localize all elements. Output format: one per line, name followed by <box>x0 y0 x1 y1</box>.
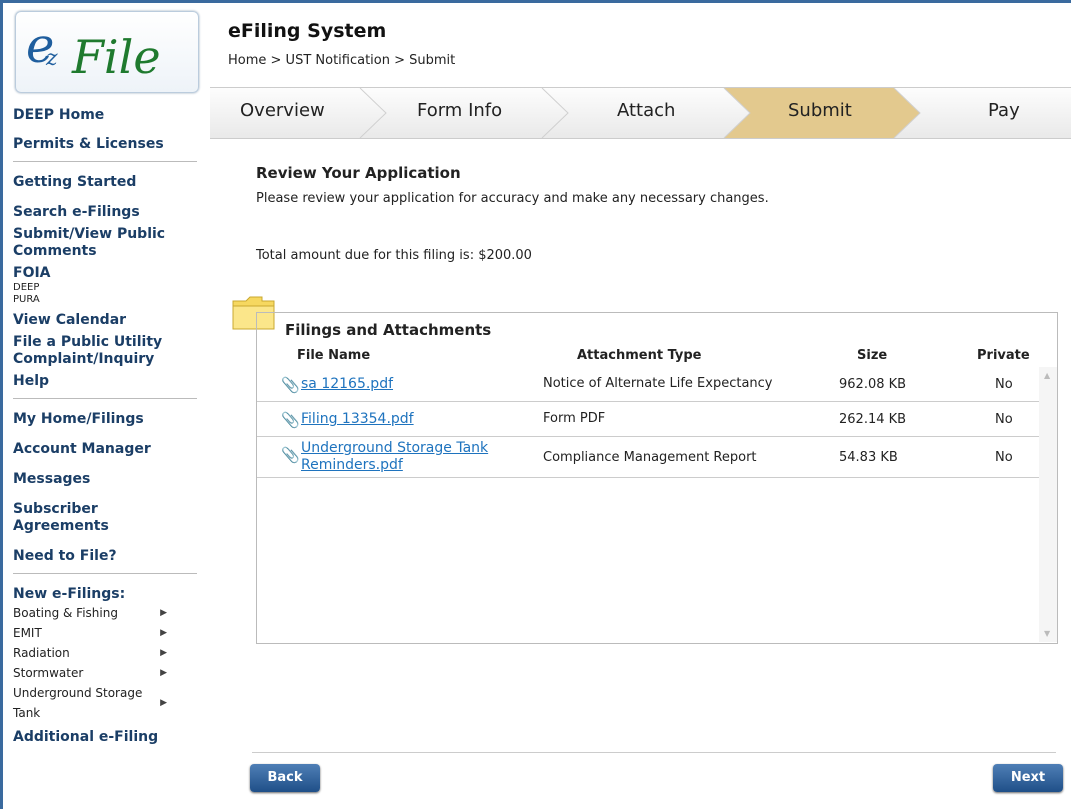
attachments-table: 📎 sa 12165.pdf Notice of Alternate Life … <box>257 367 1039 478</box>
col-file-name: File Name <box>297 348 371 363</box>
sidebar-new-efilings-heading: New e-Filings: <box>13 586 126 602</box>
col-size: Size <box>857 348 888 363</box>
back-button[interactable]: Back <box>250 764 320 792</box>
step-form-info[interactable]: Form Info <box>417 100 502 121</box>
sidebar-item-foia-pura[interactable]: PURA <box>13 294 197 306</box>
private-flag: No <box>995 450 1013 465</box>
footer-divider <box>252 752 1056 753</box>
wizard-steps: Overview Form Info Attach Submit Pay <box>210 87 1071 139</box>
ezfile-logo[interactable]: e z File <box>15 11 199 93</box>
scroll-up-icon[interactable]: ▲ <box>1044 371 1050 380</box>
page-title: eFiling System <box>228 20 387 42</box>
step-submit[interactable]: Submit <box>788 100 852 121</box>
sidebar-divider <box>13 398 197 399</box>
sidebar-item-permits[interactable]: Permits & Licenses <box>13 136 197 153</box>
sidebar-item-ust[interactable]: Underground Storage Tank ▶ <box>13 683 167 723</box>
attachment-type: Notice of Alternate Life Expectancy <box>543 376 773 391</box>
sidebar-item-stormwater[interactable]: Stormwater ▶ <box>13 663 197 683</box>
sidebar-item-radiation[interactable]: Radiation ▶ <box>13 643 197 663</box>
file-link[interactable]: sa 12165.pdf <box>301 376 521 393</box>
table-row: 📎 Filing 13354.pdf Form PDF 262.14 KB No <box>257 402 1039 437</box>
sidebar: e z File DEEP Home Permits & Licenses Ge… <box>3 3 207 809</box>
attachment-type: Form PDF <box>543 411 606 426</box>
breadcrumb: Home > UST Notification > Submit <box>228 53 456 68</box>
sidebar-item-utility-complaint[interactable]: File a Public Utility Complaint/Inquiry <box>13 334 183 368</box>
paperclip-icon: 📎 <box>281 411 300 429</box>
sidebar-divider <box>13 573 197 574</box>
sidebar-item-getting-started[interactable]: Getting Started <box>13 174 197 191</box>
private-flag: No <box>995 377 1013 392</box>
col-attachment-type: Attachment Type <box>577 348 702 363</box>
file-size: 54.83 KB <box>839 450 898 465</box>
file-link[interactable]: Underground Storage Tank Reminders.pdf <box>301 440 521 474</box>
sidebar-item-foia[interactable]: FOIA <box>13 265 197 282</box>
sidebar-item-additional[interactable]: Additional e-Filing <box>13 729 197 746</box>
sidebar-item-my-home[interactable]: My Home/Filings <box>13 411 197 428</box>
file-link[interactable]: Filing 13354.pdf <box>301 411 521 428</box>
chevron-right-icon: ▶ <box>160 668 167 678</box>
review-heading: Review Your Application <box>256 164 461 182</box>
step-pay[interactable]: Pay <box>988 100 1020 121</box>
sidebar-item-boating[interactable]: Boating & Fishing ▶ <box>13 603 197 623</box>
chevron-right-icon: ▶ <box>160 628 167 638</box>
sidebar-item-foia-deep[interactable]: DEEP <box>13 282 197 294</box>
sidebar-item-messages[interactable]: Messages <box>13 471 197 488</box>
attachment-type: Compliance Management Report <box>543 450 757 465</box>
sidebar-item-subscriber-agreements[interactable]: Subscriber Agreements <box>13 501 197 535</box>
sidebar-item-help[interactable]: Help <box>13 373 197 390</box>
paperclip-icon: 📎 <box>281 446 300 464</box>
table-row: 📎 sa 12165.pdf Notice of Alternate Life … <box>257 367 1039 402</box>
file-size: 262.14 KB <box>839 412 907 427</box>
table-row: 📎 Underground Storage Tank Reminders.pdf… <box>257 437 1039 478</box>
attachments-title: Filings and Attachments <box>285 321 492 339</box>
next-button[interactable]: Next <box>993 764 1063 792</box>
chevron-right-icon: ▶ <box>160 698 167 708</box>
review-instructions: Please review your application for accur… <box>256 191 769 206</box>
chevron-right-icon: ▶ <box>160 648 167 658</box>
logo-z: z <box>46 46 58 71</box>
sidebar-item-calendar[interactable]: View Calendar <box>13 312 197 329</box>
sidebar-nav: DEEP Home Permits & Licenses Getting Sta… <box>13 107 197 746</box>
step-attach[interactable]: Attach <box>617 100 675 121</box>
logo-file: File <box>72 30 161 84</box>
file-size: 962.08 KB <box>839 377 907 392</box>
table-scrollbar[interactable]: ▲ ▼ <box>1039 367 1057 642</box>
step-overview[interactable]: Overview <box>240 100 325 121</box>
sidebar-item-search[interactable]: Search e-Filings <box>13 204 197 221</box>
private-flag: No <box>995 412 1013 427</box>
col-private: Private <box>977 348 1030 363</box>
chevron-right-icon: ▶ <box>160 608 167 618</box>
sidebar-item-emit[interactable]: EMIT ▶ <box>13 623 197 643</box>
sidebar-divider <box>13 161 197 162</box>
sidebar-item-deep-home[interactable]: DEEP Home <box>13 107 197 124</box>
sidebar-item-public-comments[interactable]: Submit/View Public Comments <box>13 226 197 260</box>
paperclip-icon: 📎 <box>281 376 300 394</box>
attachments-panel: Filings and Attachments File Name Attach… <box>256 312 1058 644</box>
scroll-down-icon[interactable]: ▼ <box>1044 629 1050 638</box>
sidebar-item-account-manager[interactable]: Account Manager <box>13 441 197 458</box>
total-amount: Total amount due for this filing is: $20… <box>256 248 532 263</box>
sidebar-item-need-to-file[interactable]: Need to File? <box>13 548 197 565</box>
table-header: File Name Attachment Type Size Private <box>257 348 1057 366</box>
